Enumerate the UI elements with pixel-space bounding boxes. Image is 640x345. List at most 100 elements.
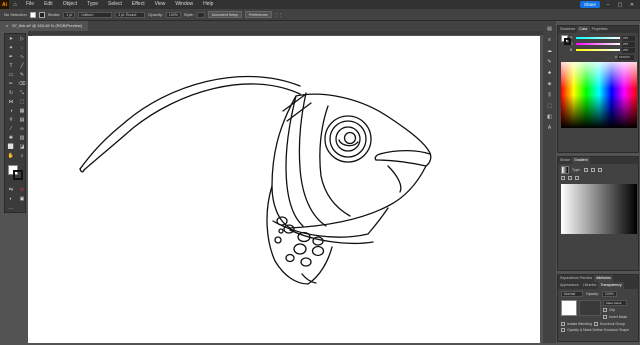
isolate-blending-checkbox[interactable] bbox=[561, 322, 565, 326]
brush-definition[interactable]: 3 pt. Round bbox=[115, 11, 146, 18]
scale-tool-icon[interactable]: ⤡ bbox=[17, 89, 27, 97]
slice-tool-icon[interactable]: ◪ bbox=[17, 143, 27, 151]
tab-swatches[interactable]: Swatches bbox=[558, 26, 577, 33]
pencil-tool-icon[interactable]: ✏ bbox=[6, 80, 16, 88]
invert-mask-checkbox[interactable] bbox=[603, 315, 607, 319]
fish-artwork[interactable] bbox=[28, 36, 540, 343]
graph-tool-icon[interactable]: ▥ bbox=[17, 134, 27, 142]
red-value[interactable]: 255 bbox=[622, 35, 635, 41]
menu-view[interactable]: View bbox=[150, 0, 171, 9]
green-value[interactable]: 255 bbox=[622, 41, 635, 47]
artboard-tool-icon[interactable]: ⬜ bbox=[6, 143, 16, 151]
fill-stroke-widget[interactable] bbox=[5, 165, 25, 185]
knockout-group-checkbox[interactable] bbox=[593, 322, 598, 326]
gradient-stroke-1[interactable] bbox=[561, 176, 565, 180]
libraries-panel-icon[interactable]: ☁ bbox=[546, 47, 554, 55]
zoom-tool-icon[interactable]: ⌕ bbox=[17, 152, 27, 160]
tab-color[interactable]: Color bbox=[577, 26, 590, 33]
direct-selection-tool-icon[interactable]: ▷ bbox=[17, 35, 27, 43]
eyedropper-tool-icon[interactable]: ⁄ bbox=[6, 125, 16, 133]
symbol-sprayer-tool-icon[interactable]: ✺ bbox=[6, 134, 16, 142]
menu-help[interactable]: Help bbox=[198, 0, 218, 9]
blend-tool-icon[interactable]: ∞ bbox=[17, 125, 27, 133]
magic-wand-tool-icon[interactable]: ✦ bbox=[6, 44, 16, 52]
tab-appearance[interactable]: Appearance bbox=[558, 282, 581, 289]
none-color-icon[interactable]: ⊘ bbox=[17, 186, 27, 194]
hand-tool-icon[interactable]: ✋ bbox=[6, 152, 16, 160]
gradient-preview[interactable] bbox=[561, 184, 637, 234]
share-button[interactable]: Share bbox=[579, 1, 600, 8]
close-icon[interactable]: ✕ bbox=[628, 2, 636, 8]
radial-gradient-button[interactable] bbox=[590, 168, 595, 172]
menu-file[interactable]: File bbox=[21, 0, 39, 9]
align-panel-icon[interactable]: ⫼ bbox=[546, 91, 554, 99]
minimize-icon[interactable]: – bbox=[604, 2, 612, 8]
stroke-color-box[interactable] bbox=[13, 170, 23, 180]
shape-builder-tool-icon[interactable]: ◑ bbox=[6, 107, 16, 115]
gradient-stroke-3[interactable] bbox=[575, 176, 579, 180]
transform-panel-icon[interactable]: ⬚ bbox=[546, 102, 554, 110]
properties-panel-icon[interactable]: ▤ bbox=[546, 25, 554, 33]
rotate-tool-icon[interactable]: ↻ bbox=[6, 89, 16, 97]
fill-swatch[interactable] bbox=[29, 11, 36, 18]
paintbrush-tool-icon[interactable]: ✎ bbox=[17, 71, 27, 79]
menu-select[interactable]: Select bbox=[103, 0, 127, 9]
canvas-area[interactable] bbox=[28, 31, 540, 343]
clip-checkbox[interactable] bbox=[603, 308, 607, 312]
symbols-panel-icon[interactable]: ♣ bbox=[546, 69, 554, 77]
linear-gradient-button[interactable] bbox=[583, 168, 588, 172]
document-tab[interactable]: × 87_fish.ai* @ 163.46 % (RGB/Preview) bbox=[0, 21, 88, 31]
tab-separations-preview[interactable]: Separations Preview bbox=[558, 275, 594, 282]
maximize-icon[interactable]: ▢ bbox=[616, 2, 624, 8]
preferences-button[interactable]: Preferences bbox=[244, 11, 272, 18]
color-spectrum[interactable] bbox=[561, 62, 637, 128]
more-tools-icon[interactable]: … bbox=[6, 204, 16, 212]
tab-properties[interactable]: Properties bbox=[590, 26, 610, 33]
mesh-tool-icon[interactable]: # bbox=[6, 116, 16, 124]
menu-object[interactable]: Object bbox=[58, 0, 82, 9]
tab-gradient[interactable]: Gradient bbox=[572, 157, 590, 164]
stroke-swatch[interactable] bbox=[38, 11, 45, 18]
blue-value[interactable]: 255 bbox=[622, 47, 635, 53]
type-tool-icon[interactable]: T bbox=[6, 62, 16, 70]
curvature-tool-icon[interactable]: ∿ bbox=[17, 53, 27, 61]
tab-libraries[interactable]: Libraries bbox=[581, 282, 598, 289]
tab-transparency[interactable]: Transparency bbox=[598, 282, 624, 289]
opacity-mask-knockout-checkbox[interactable] bbox=[561, 328, 565, 332]
make-mask-button[interactable]: Make Mask bbox=[603, 300, 628, 306]
free-transform-tool-icon[interactable]: ⬚ bbox=[17, 98, 27, 106]
layers-panel-icon[interactable]: ≡ bbox=[546, 36, 554, 44]
gradient-stroke-2[interactable] bbox=[568, 176, 572, 180]
document-setup-button[interactable]: Document Setup bbox=[207, 11, 242, 18]
line-tool-icon[interactable]: ╱ bbox=[17, 62, 27, 70]
document-tab-close[interactable]: × bbox=[6, 21, 8, 31]
tab-stroke[interactable]: Stroke bbox=[558, 157, 572, 164]
graphic-styles-panel-icon[interactable]: ◈ bbox=[546, 80, 554, 88]
pathfinder-panel-icon[interactable]: ◧ bbox=[546, 113, 554, 121]
color-stroke-box[interactable] bbox=[564, 38, 571, 45]
tab-attributes[interactable]: Attributes bbox=[594, 275, 613, 282]
brushes-panel-icon[interactable]: ✎ bbox=[546, 58, 554, 66]
hex-input[interactable]: FFFFFF bbox=[618, 55, 634, 60]
eraser-tool-icon[interactable]: ⌫ bbox=[17, 80, 27, 88]
draw-mode-icon[interactable]: ◐ bbox=[6, 195, 16, 203]
arrange-icon[interactable]: ⋮⋮ bbox=[275, 12, 283, 17]
pen-tool-icon[interactable]: ✒ bbox=[6, 53, 16, 61]
variable-width-profile[interactable]: Uniform bbox=[78, 11, 113, 18]
home-icon[interactable]: ⌂ bbox=[9, 0, 21, 9]
screen-mode-icon[interactable]: ▣ bbox=[17, 195, 27, 203]
lasso-tool-icon[interactable]: ◌ bbox=[17, 44, 27, 52]
opacity-input[interactable]: 100% bbox=[165, 11, 181, 18]
selection-tool-icon[interactable]: ➤ bbox=[6, 35, 16, 43]
rectangle-tool-icon[interactable]: ▭ bbox=[6, 71, 16, 79]
gradient-tool-icon[interactable]: ▤ bbox=[17, 116, 27, 124]
style-picker[interactable] bbox=[196, 11, 205, 18]
width-tool-icon[interactable]: ⋈ bbox=[6, 98, 16, 106]
blend-mode-select[interactable]: Normal bbox=[561, 291, 583, 297]
artboard[interactable] bbox=[28, 36, 540, 343]
stroke-weight-input[interactable]: 1 pt bbox=[63, 11, 76, 18]
character-panel-icon[interactable]: A bbox=[546, 124, 554, 132]
menu-window[interactable]: Window bbox=[170, 0, 198, 9]
freeform-gradient-button[interactable] bbox=[597, 168, 602, 172]
perspective-grid-tool-icon[interactable]: ▦ bbox=[17, 107, 27, 115]
